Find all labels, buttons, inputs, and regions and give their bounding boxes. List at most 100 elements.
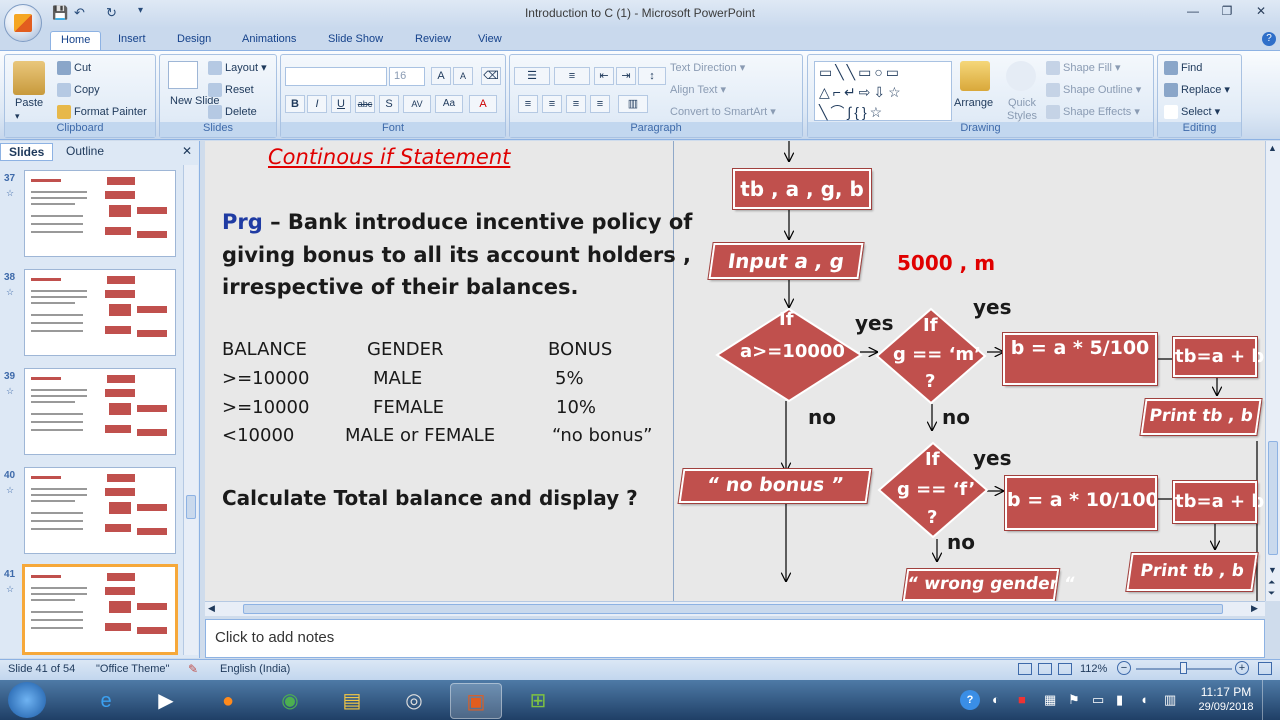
fit-slide-icon[interactable] bbox=[1258, 662, 1272, 675]
replace-button[interactable]: Replace ▾ bbox=[1164, 83, 1230, 98]
slide-thumbnail[interactable] bbox=[22, 564, 178, 655]
tab-review[interactable]: Review bbox=[405, 31, 461, 50]
line-spacing-icon[interactable]: ↕ bbox=[638, 67, 666, 85]
horizontal-scroll-thumb[interactable] bbox=[243, 604, 1223, 614]
save-icon[interactable]: 💾 bbox=[52, 5, 68, 21]
clock-time[interactable]: 11:17 PM bbox=[1200, 685, 1252, 699]
shape-fill-button[interactable]: Shape Fill ▾ bbox=[1046, 61, 1121, 76]
align-center-icon[interactable]: ≡ bbox=[542, 95, 562, 113]
strikethrough-icon[interactable]: abc bbox=[355, 95, 375, 113]
copy-button[interactable]: Copy bbox=[57, 83, 100, 97]
start-button-icon[interactable] bbox=[8, 682, 46, 718]
scroll-left-icon[interactable]: ◀ bbox=[208, 603, 215, 614]
scroll-right-icon[interactable]: ▶ bbox=[1251, 603, 1258, 614]
char-spacing-icon[interactable]: AV bbox=[403, 95, 431, 113]
reset-button[interactable]: Reset bbox=[208, 83, 254, 97]
select-button[interactable]: Select ▾ bbox=[1164, 105, 1220, 120]
underline-icon[interactable]: U bbox=[331, 95, 351, 113]
font-name-field[interactable] bbox=[285, 67, 387, 86]
tray-icon[interactable]: ▦ bbox=[1044, 692, 1056, 708]
format-painter-button[interactable]: Format Painter bbox=[57, 105, 147, 119]
tab-animations[interactable]: Animations bbox=[232, 31, 306, 50]
paste-button[interactable]: Paste bbox=[15, 97, 43, 109]
obs-icon[interactable]: ◎ bbox=[388, 683, 440, 719]
show-desktop-button[interactable] bbox=[1262, 680, 1280, 720]
slide[interactable]: Continous if Statement Prg – Bank introd… bbox=[205, 141, 1265, 601]
media-player-icon[interactable]: ▶ bbox=[140, 683, 192, 719]
slide-thumbnail[interactable] bbox=[24, 467, 176, 554]
scroll-up-icon[interactable]: ▲ bbox=[1268, 143, 1277, 153]
file-explorer-icon[interactable]: ▤ bbox=[326, 683, 378, 719]
windows-app-icon[interactable]: ⊞ bbox=[512, 683, 564, 719]
align-left-icon[interactable]: ≡ bbox=[518, 95, 538, 113]
font-size-field[interactable]: 16 bbox=[389, 67, 425, 86]
bullets-icon[interactable]: ☰ bbox=[514, 67, 550, 85]
battery-icon[interactable]: ▮ bbox=[1116, 692, 1123, 708]
columns-icon[interactable]: ▥ bbox=[618, 95, 648, 113]
office-button[interactable] bbox=[4, 4, 42, 42]
convert-smartart-button[interactable]: Convert to SmartArt ▾ bbox=[670, 105, 776, 118]
clear-format-icon[interactable]: ⌫ bbox=[481, 67, 501, 85]
zoom-level[interactable]: 112% bbox=[1080, 663, 1107, 675]
tab-view[interactable]: View bbox=[468, 31, 512, 50]
decrease-indent-icon[interactable]: ⇤ bbox=[594, 67, 614, 85]
justify-icon[interactable]: ≡ bbox=[590, 95, 610, 113]
increase-indent-icon[interactable]: ⇥ bbox=[616, 67, 636, 85]
notes-placeholder[interactable]: Click to add notes bbox=[215, 629, 334, 646]
slide-horizontal-scrollbar[interactable]: ◀ ▶ bbox=[205, 601, 1265, 616]
change-case-icon[interactable]: Aa bbox=[435, 95, 463, 113]
shadow-icon[interactable]: S bbox=[379, 95, 399, 113]
tray-help-icon[interactable]: ? bbox=[960, 690, 980, 710]
bold-icon[interactable]: B bbox=[285, 95, 305, 113]
notes-pane[interactable]: Click to add notes bbox=[205, 619, 1265, 658]
powerpoint-taskbar-icon[interactable]: ▣ bbox=[450, 683, 502, 719]
tab-insert[interactable]: Insert bbox=[108, 31, 156, 50]
tab-home[interactable]: Home bbox=[50, 31, 102, 50]
find-button[interactable]: Find bbox=[1164, 61, 1202, 75]
arrange-button[interactable]: Arrange bbox=[954, 97, 993, 109]
undo-icon[interactable]: ↶ bbox=[74, 5, 85, 21]
cut-button[interactable]: Cut bbox=[57, 61, 91, 75]
clock-date[interactable]: 29/09/2018 bbox=[1196, 701, 1256, 713]
text-direction-button[interactable]: Text Direction ▾ bbox=[670, 61, 745, 74]
pane-scrollbar[interactable] bbox=[183, 165, 198, 655]
slide-thumbnail[interactable] bbox=[24, 170, 176, 257]
tray-icon[interactable]: ■ bbox=[1018, 692, 1026, 707]
paste-dropdown-icon[interactable]: ▾ bbox=[15, 111, 20, 122]
slide-vertical-scrollbar[interactable]: ▲ ▼ ⏶ ⏷ bbox=[1265, 141, 1280, 601]
shapes-gallery[interactable]: ▭╲╲▭○▭ △⌐↵⇨⇩☆ ╲⌒∫{}☆ bbox=[814, 61, 952, 121]
slide-show-icon[interactable] bbox=[1058, 663, 1072, 675]
shrink-font-icon[interactable]: A bbox=[453, 67, 473, 85]
font-color-icon[interactable]: A bbox=[469, 95, 497, 113]
status-language[interactable]: English (India) bbox=[220, 663, 290, 675]
chrome-icon[interactable]: ◉ bbox=[264, 683, 316, 719]
tab-design[interactable]: Design bbox=[167, 31, 221, 50]
tab-slide-show[interactable]: Slide Show bbox=[318, 31, 393, 50]
slide-canvas[interactable]: Continous if Statement Prg – Bank introd… bbox=[205, 141, 1265, 601]
tray-icon[interactable]: ▭ bbox=[1092, 692, 1104, 708]
tab-slides-pane[interactable]: Slides bbox=[0, 143, 54, 161]
normal-view-icon[interactable] bbox=[1018, 663, 1032, 675]
slide-thumbnail[interactable] bbox=[24, 368, 176, 455]
delete-button[interactable]: Delete bbox=[208, 105, 257, 119]
spellcheck-icon[interactable]: ✎ bbox=[188, 662, 198, 676]
shape-outline-button[interactable]: Shape Outline ▾ bbox=[1046, 83, 1141, 98]
pane-scroll-thumb[interactable] bbox=[186, 495, 196, 519]
layout-button[interactable]: Layout ▾ bbox=[208, 61, 267, 76]
network-icon[interactable]: ▥ bbox=[1164, 692, 1176, 708]
zoom-in-icon[interactable]: + bbox=[1235, 661, 1249, 675]
internet-explorer-icon[interactable]: e bbox=[80, 683, 132, 719]
scroll-down-icon[interactable]: ▼ bbox=[1268, 565, 1277, 575]
quick-styles-button[interactable]: Quick Styles bbox=[1002, 97, 1042, 123]
zoom-out-icon[interactable]: − bbox=[1117, 661, 1131, 675]
help-icon[interactable]: ? bbox=[1262, 32, 1276, 46]
close-icon[interactable]: ✕ bbox=[1248, 4, 1274, 20]
italic-icon[interactable]: I bbox=[307, 95, 327, 113]
tray-icon[interactable]: ⚑ bbox=[1068, 692, 1080, 708]
zoom-slider-thumb[interactable] bbox=[1180, 662, 1187, 674]
previous-slide-icon[interactable]: ⏶ bbox=[1268, 577, 1275, 588]
qat-customize-icon[interactable]: ▾ bbox=[138, 5, 143, 21]
align-text-button[interactable]: Align Text ▾ bbox=[670, 83, 726, 96]
grow-font-icon[interactable]: A bbox=[431, 67, 451, 85]
minimize-icon[interactable]: — bbox=[1180, 4, 1206, 20]
